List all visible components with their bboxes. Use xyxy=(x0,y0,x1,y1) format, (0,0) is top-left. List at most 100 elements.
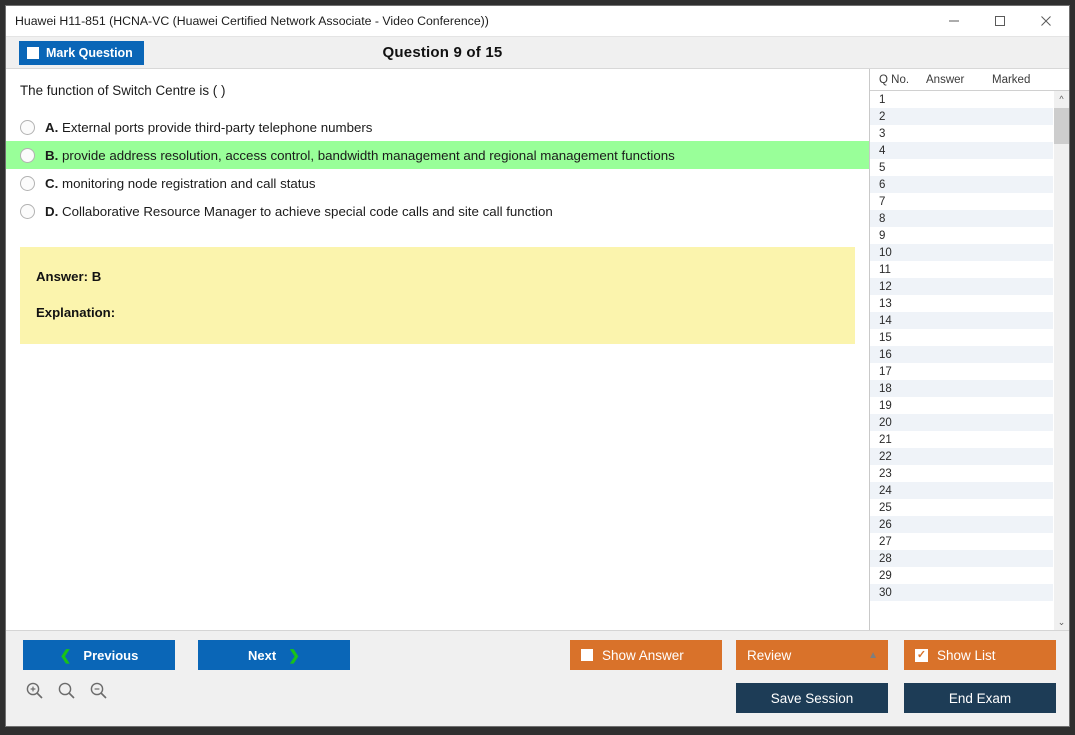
question-list-body: 1 2 3 4 5 6 7 8 9 10 11 12 13 14 15 16 17 18 19 20 21 22 23 24 2… xyxy=(870,91,1069,630)
question-list-row[interactable]: 5 xyxy=(870,159,1053,176)
mark-question-label: Mark Question xyxy=(46,45,133,60)
question-list-row[interactable]: 26 xyxy=(870,516,1053,533)
option-row-b[interactable]: B. provide address resolution, access co… xyxy=(6,141,869,169)
show-answer-label: Show Answer xyxy=(602,647,684,663)
row-question-number: 17 xyxy=(879,365,892,378)
option-row-d[interactable]: D. Collaborative Resource Manager to ach… xyxy=(6,197,869,225)
zoom-out-icon[interactable] xyxy=(87,679,109,701)
question-list-row[interactable]: 19 xyxy=(870,397,1053,414)
question-list-row[interactable]: 20 xyxy=(870,414,1053,431)
option-letter-d: D. xyxy=(45,203,59,219)
scrollbar-thumb[interactable] xyxy=(1054,108,1069,144)
end-exam-button[interactable]: End Exam xyxy=(904,683,1056,713)
minimize-icon[interactable] xyxy=(931,6,977,36)
question-list-row[interactable]: 27 xyxy=(870,533,1053,550)
question-list-row[interactable]: 21 xyxy=(870,431,1053,448)
window-title: Huawei H11-851 (HCNA-VC (Huawei Certifie… xyxy=(15,14,489,28)
question-list-row[interactable]: 6 xyxy=(870,176,1053,193)
window-title-bar: Huawei H11-851 (HCNA-VC (Huawei Certifie… xyxy=(6,6,1069,37)
mark-question-checkbox-icon[interactable] xyxy=(27,46,39,59)
question-list-row[interactable]: 30 xyxy=(870,584,1053,601)
question-text: The function of Switch Centre is ( ) xyxy=(20,83,226,98)
previous-button[interactable]: ❮ Previous xyxy=(23,640,175,670)
question-list-row[interactable]: 9 xyxy=(870,227,1053,244)
question-list-row[interactable]: 24 xyxy=(870,482,1053,499)
row-question-number: 14 xyxy=(879,314,892,327)
question-list-row[interactable]: 29 xyxy=(870,567,1053,584)
question-list-row[interactable]: 7 xyxy=(870,193,1053,210)
answer-value: Answer: B xyxy=(36,269,102,284)
review-dropdown-button[interactable]: Review ▲ xyxy=(736,640,888,670)
close-icon[interactable] xyxy=(1023,6,1069,36)
row-question-number: 26 xyxy=(879,518,892,531)
chevron-up-icon: ▲ xyxy=(868,649,878,661)
option-row-c[interactable]: C. monitoring node registration and call… xyxy=(6,169,869,197)
question-list-row[interactable]: 16 xyxy=(870,346,1053,363)
row-question-number: 28 xyxy=(879,552,892,565)
question-list-row[interactable]: 25 xyxy=(870,499,1053,516)
column-header-marked: Marked xyxy=(992,73,1031,86)
next-button[interactable]: Next ❯ xyxy=(198,640,350,670)
question-list-row[interactable]: 18 xyxy=(870,380,1053,397)
question-counter: Question 9 of 15 xyxy=(382,44,503,61)
question-list-row[interactable]: 28 xyxy=(870,550,1053,567)
question-list-row[interactable]: 23 xyxy=(870,465,1053,482)
footer-toolbar: ❮ Previous Next ❯ Show Answer Review ▲ ✓… xyxy=(6,630,1069,726)
desktop-background: Huawei H11-851 (HCNA-VC (Huawei Certifie… xyxy=(0,0,1075,735)
question-list-pane: Q No. Answer Marked 1 2 3 4 5 6 7 8 9 10 11 12 13 14 1… xyxy=(869,69,1069,630)
question-list-row[interactable]: 8 xyxy=(870,210,1053,227)
exam-window: Huawei H11-851 (HCNA-VC (Huawei Certifie… xyxy=(5,5,1070,727)
maximize-icon[interactable] xyxy=(977,6,1023,36)
question-list-row[interactable]: 2 xyxy=(870,108,1053,125)
option-label-a: A. External ports provide third-party te… xyxy=(45,120,372,135)
mark-question-button[interactable]: Mark Question xyxy=(19,40,144,65)
show-answer-button[interactable]: Show Answer xyxy=(570,640,722,670)
show-answer-checkbox-icon[interactable] xyxy=(581,649,593,661)
save-session-label: Save Session xyxy=(770,690,854,706)
save-session-button[interactable]: Save Session xyxy=(736,683,888,713)
question-list-row[interactable]: 14 xyxy=(870,312,1053,329)
question-list-row[interactable]: 11 xyxy=(870,261,1053,278)
radio-icon-b[interactable] xyxy=(20,147,35,163)
question-list-row[interactable]: 22 xyxy=(870,448,1053,465)
question-list-row[interactable]: 15 xyxy=(870,329,1053,346)
option-row-a[interactable]: A. External ports provide third-party te… xyxy=(6,113,869,141)
question-list-row[interactable]: 4 xyxy=(870,142,1053,159)
question-list-row[interactable]: 1 xyxy=(870,91,1053,108)
row-question-number: 15 xyxy=(879,331,892,344)
option-text-c: monitoring node registration and call st… xyxy=(62,175,316,191)
option-text-d: Collaborative Resource Manager to achiev… xyxy=(62,203,553,219)
previous-label: Previous xyxy=(83,647,139,663)
zoom-reset-icon[interactable] xyxy=(55,679,77,701)
zoom-in-icon[interactable] xyxy=(23,679,45,701)
scroll-down-arrow-icon[interactable]: ⌄ xyxy=(1054,614,1069,630)
row-question-number: 4 xyxy=(879,144,886,157)
radio-icon-c[interactable] xyxy=(20,175,35,191)
row-question-number: 21 xyxy=(879,433,892,446)
show-list-label: Show List xyxy=(937,647,996,663)
row-question-number: 7 xyxy=(879,195,886,208)
question-list-row[interactable]: 12 xyxy=(870,278,1053,295)
question-list-row[interactable]: 10 xyxy=(870,244,1053,261)
row-question-number: 8 xyxy=(879,212,886,225)
radio-icon-a[interactable] xyxy=(20,119,35,135)
option-label-b: B. provide address resolution, access co… xyxy=(45,148,675,163)
row-question-number: 16 xyxy=(879,348,892,361)
row-question-number: 20 xyxy=(879,416,892,429)
show-list-checkbox-icon[interactable]: ✓ xyxy=(915,648,928,662)
question-list-scrollbar[interactable]: ^ ⌄ xyxy=(1053,91,1069,630)
scroll-up-arrow-icon[interactable]: ^ xyxy=(1054,91,1069,107)
option-letter-b: B. xyxy=(45,147,59,163)
row-question-number: 3 xyxy=(879,127,886,140)
row-question-number: 25 xyxy=(879,501,892,514)
question-list-row[interactable]: 17 xyxy=(870,363,1053,380)
show-list-button[interactable]: ✓ Show List xyxy=(904,640,1056,670)
row-question-number: 5 xyxy=(879,161,886,174)
question-list-row[interactable]: 3 xyxy=(870,125,1053,142)
radio-icon-d[interactable] xyxy=(20,203,35,219)
column-header-qno: Q No. xyxy=(879,73,910,86)
question-list-row[interactable]: 13 xyxy=(870,295,1053,312)
row-question-number: 24 xyxy=(879,484,892,497)
question-rows-container: 1 2 3 4 5 6 7 8 9 10 11 12 13 14 15 16 17 18 19 20 21 22 23 24 2… xyxy=(870,91,1053,630)
zoom-controls xyxy=(23,679,109,701)
